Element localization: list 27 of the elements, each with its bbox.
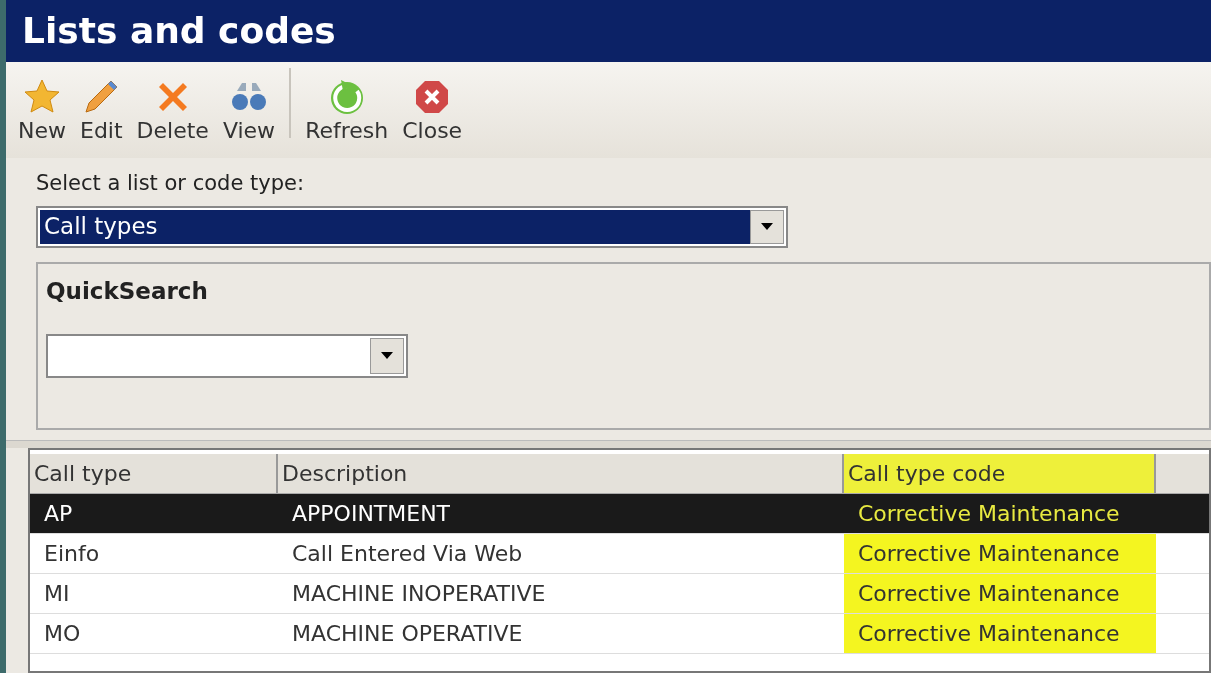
- toolbar-button[interactable]: Edit: [74, 76, 129, 144]
- table-cell: Corrective Maintenance: [844, 613, 1156, 653]
- select-label: Select a list or code type:: [36, 170, 305, 197]
- table-cell-text: MO: [43, 619, 82, 648]
- window-title: Lists and codes: [22, 9, 336, 53]
- table-cell: Corrective Maintenance: [844, 533, 1156, 573]
- list-type-dropdown[interactable]: Call types: [36, 205, 788, 248]
- toolbar-button[interactable]: New: [12, 76, 72, 144]
- table-cell-text: Einfo: [43, 539, 101, 568]
- table-row[interactable]: AP APPOINTMENT Corrective Maintenance: [30, 493, 1209, 534]
- toolbar-button[interactable]: Refresh: [299, 76, 395, 144]
- table-row[interactable]: MO MACHINE OPERATIVE Corrective Maintenance: [30, 613, 1209, 654]
- table-cell-text: MI: [43, 579, 71, 608]
- table-cell-text: AP: [43, 499, 74, 528]
- table-cell-text: APPOINTMENT: [291, 499, 452, 528]
- toolbar-button[interactable]: Delete: [130, 76, 215, 144]
- table-cell-text: Call Entered Via Web: [291, 539, 524, 568]
- toolbar-button[interactable]: Close: [396, 76, 469, 144]
- quicksearch-title: QuickSearch: [46, 276, 209, 306]
- table-cell-text: MACHINE OPERATIVE: [291, 619, 524, 648]
- table-cell-text: MACHINE INOPERATIVE: [291, 579, 547, 608]
- table-row[interactable]: Einfo Call Entered Via Web Corrective Maintenance: [30, 533, 1209, 574]
- column-header[interactable]: Call type: [30, 453, 278, 493]
- toolbar-button[interactable]: View: [216, 76, 282, 144]
- table-cell: Corrective Maintenance: [844, 573, 1156, 613]
- table-row[interactable]: MI MACHINE INOPERATIVE Corrective Maintenance: [30, 573, 1209, 614]
- column-header[interactable]: Call type code: [844, 453, 1156, 493]
